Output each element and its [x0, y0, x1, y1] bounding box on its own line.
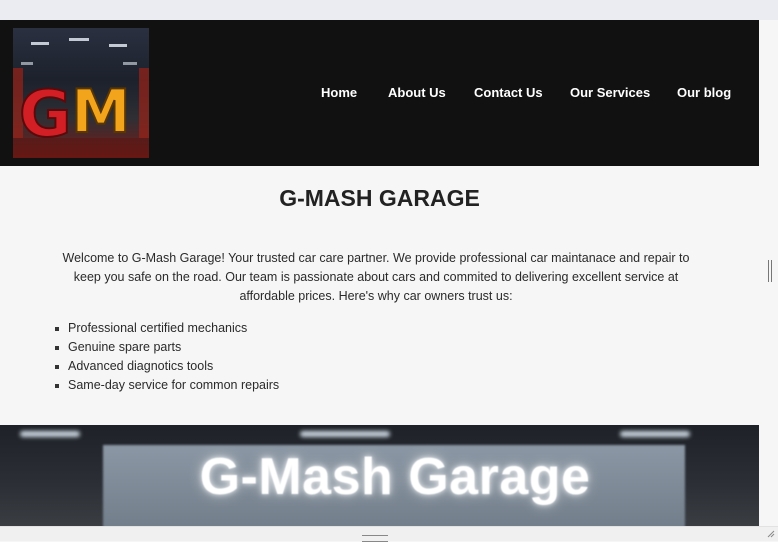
bullet-icon: [55, 365, 59, 369]
intro-paragraph: Welcome to G-Mash Garage! Your trusted c…: [62, 251, 690, 303]
bullet-icon: [55, 346, 59, 350]
feature-text: Professional certified mechanics: [68, 321, 248, 335]
hero-banner-image: G-Mash Garage: [0, 425, 759, 526]
features-list: Professional certified mechanics Genuine…: [53, 319, 279, 395]
logo-graphic: G M: [13, 38, 149, 158]
nav-our-services[interactable]: Our Services: [570, 85, 650, 100]
site-logo[interactable]: G M: [13, 28, 149, 158]
browser-top-strip: [0, 0, 778, 20]
vertical-scrollbar[interactable]: [759, 20, 778, 526]
scroll-grip-icon[interactable]: [768, 260, 772, 282]
nav-contact-us[interactable]: Contact Us: [474, 85, 543, 100]
logo-letter-g: G: [19, 78, 72, 152]
list-item: Advanced diagnotics tools: [53, 357, 279, 376]
site-header: G M Home About Us Contact Us Our Service…: [0, 20, 759, 166]
logo-letter-m: M: [71, 77, 131, 147]
feature-text: Same-day service for common repairs: [68, 378, 280, 392]
resize-handle-icon[interactable]: [362, 535, 388, 542]
nav-our-blog[interactable]: Our blog: [677, 85, 731, 100]
nav-about-us[interactable]: About Us: [388, 85, 446, 100]
banner-light: [620, 431, 690, 437]
bullet-icon: [55, 384, 59, 388]
corner-resize-icon[interactable]: [767, 530, 775, 538]
page: G M Home About Us Contact Us Our Service…: [0, 20, 759, 526]
banner-title: G-Mash Garage: [199, 448, 591, 506]
feature-text: Genuine spare parts: [68, 340, 182, 354]
banner-light: [300, 431, 390, 437]
feature-text: Advanced diagnotics tools: [68, 359, 214, 373]
list-item: Same-day service for common repairs: [53, 376, 279, 395]
bottom-resize-bar: [0, 526, 778, 542]
page-title: G-MASH GARAGE: [279, 185, 480, 211]
banner-light: [20, 431, 80, 437]
nav-home[interactable]: Home: [321, 85, 357, 100]
bullet-icon: [55, 327, 59, 331]
list-item: Genuine spare parts: [53, 338, 279, 357]
list-item: Professional certified mechanics: [53, 319, 279, 338]
